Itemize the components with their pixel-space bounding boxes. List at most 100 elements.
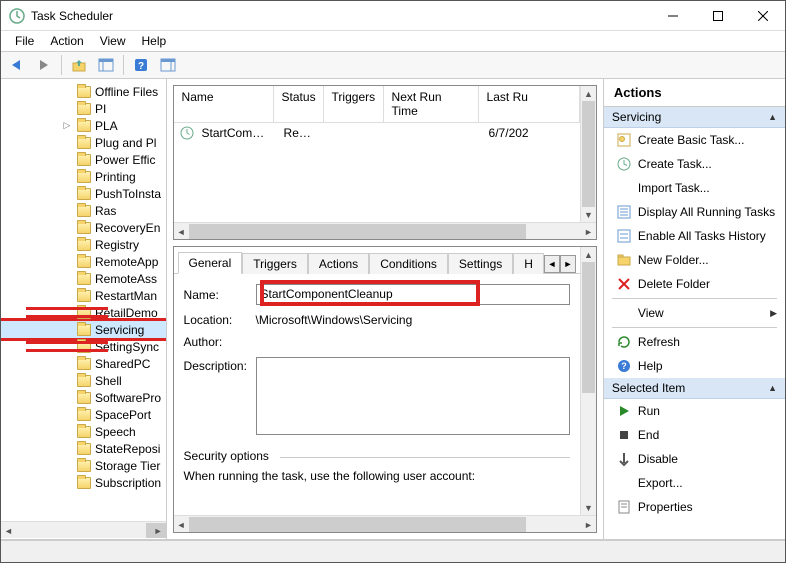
expand-icon[interactable] (61, 154, 73, 166)
column-name[interactable]: Name (174, 86, 274, 122)
tab-conditions[interactable]: Conditions (369, 253, 448, 274)
back-button[interactable] (5, 54, 29, 76)
task-row[interactable]: StartCompo... Ready 6/7/202 (174, 123, 580, 143)
expand-icon[interactable] (61, 256, 73, 268)
action-enable-history[interactable]: Enable All Tasks History (604, 224, 785, 248)
expand-icon[interactable] (61, 273, 73, 285)
expand-icon[interactable] (61, 137, 73, 149)
expand-icon[interactable] (61, 222, 73, 234)
actions-group-selected-item[interactable]: Selected Item ▲ (604, 378, 785, 399)
close-button[interactable] (740, 1, 785, 30)
tab-triggers[interactable]: Triggers (242, 253, 308, 274)
scroll-left-icon[interactable]: ◄ (174, 517, 189, 532)
tabs-scroll-right[interactable]: ► (560, 255, 576, 273)
expand-icon[interactable] (61, 103, 73, 115)
tree-item[interactable]: Power Effic (1, 151, 166, 168)
action-display-running[interactable]: Display All Running Tasks (604, 200, 785, 224)
tree-item[interactable]: Subscription (1, 474, 166, 491)
tree-item[interactable]: Plug and Pl (1, 134, 166, 151)
expand-icon[interactable] (61, 239, 73, 251)
tree-item[interactable]: RemoteAss (1, 270, 166, 287)
expand-icon[interactable] (61, 477, 73, 489)
details-horizontal-scrollbar[interactable]: ◄ ► (174, 515, 596, 532)
action-new-folder[interactable]: New Folder... (604, 248, 785, 272)
expand-icon[interactable]: ▷ (61, 120, 73, 132)
expand-icon[interactable] (61, 171, 73, 183)
tree-item[interactable]: SettingSync (1, 338, 166, 355)
collapse-icon[interactable]: ▲ (768, 112, 777, 122)
scroll-left-icon[interactable]: ◄ (174, 224, 189, 239)
expand-icon[interactable] (61, 307, 73, 319)
tab-actions[interactable]: Actions (308, 253, 369, 274)
action-view[interactable]: View ▶ (604, 301, 785, 325)
action-end[interactable]: End (604, 423, 785, 447)
collapse-icon[interactable]: ▲ (768, 383, 777, 393)
maximize-button[interactable] (695, 1, 740, 30)
tree-item[interactable]: Offline Files (1, 83, 166, 100)
minimize-button[interactable] (650, 1, 695, 30)
expand-icon[interactable] (61, 188, 73, 200)
help-button[interactable]: ? (129, 54, 153, 76)
tree-item[interactable]: Servicing (1, 321, 166, 338)
action-run[interactable]: Run (604, 399, 785, 423)
column-last-run[interactable]: Last Ru (479, 86, 580, 122)
task-name-field[interactable]: StartComponentCleanup (256, 284, 570, 305)
scroll-down-icon[interactable]: ▼ (581, 207, 596, 222)
expand-icon[interactable] (61, 324, 73, 336)
expand-icon[interactable] (61, 205, 73, 217)
tree-item[interactable]: Ras (1, 202, 166, 219)
tab-settings[interactable]: Settings (448, 253, 513, 274)
tree-item[interactable]: RestartMan (1, 287, 166, 304)
scroll-up-icon[interactable]: ▲ (581, 247, 596, 262)
action-export[interactable]: Export... (604, 471, 785, 495)
action-create-task[interactable]: Create Task... (604, 152, 785, 176)
expand-icon[interactable] (61, 341, 73, 353)
action-help[interactable]: ? Help (604, 354, 785, 378)
tab-history[interactable]: H (513, 253, 544, 274)
action-delete-folder[interactable]: Delete Folder (604, 272, 785, 296)
show-hide-action-pane-button[interactable] (156, 54, 180, 76)
expand-icon[interactable] (61, 358, 73, 370)
expand-icon[interactable] (61, 443, 73, 455)
tree-item[interactable]: Registry (1, 236, 166, 253)
scroll-right-icon[interactable]: ► (581, 517, 596, 532)
expand-icon[interactable] (61, 426, 73, 438)
tree-item[interactable]: Printing (1, 168, 166, 185)
expand-icon[interactable] (61, 375, 73, 387)
menu-view[interactable]: View (92, 32, 134, 50)
expand-icon[interactable] (61, 86, 73, 98)
column-next-run[interactable]: Next Run Time (384, 86, 479, 122)
tree-item[interactable]: PI (1, 100, 166, 117)
tree-item[interactable]: Storage Tier (1, 457, 166, 474)
list-vertical-scrollbar[interactable]: ▲ ▼ (580, 86, 596, 222)
menu-file[interactable]: File (7, 32, 42, 50)
scroll-left-icon[interactable]: ◄ (1, 523, 16, 538)
scroll-down-icon[interactable]: ▼ (581, 500, 596, 515)
expand-icon[interactable] (61, 290, 73, 302)
details-vertical-scrollbar[interactable]: ▲ ▼ (580, 247, 596, 515)
tree-item[interactable]: Shell (1, 372, 166, 389)
menu-action[interactable]: Action (42, 32, 91, 50)
up-folder-button[interactable] (67, 54, 91, 76)
tree-item[interactable]: Speech (1, 423, 166, 440)
tree-item[interactable]: RetailDemo (1, 304, 166, 321)
tree-pane[interactable]: Offline FilesPI▷PLAPlug and PlPower Effi… (1, 79, 167, 539)
forward-button[interactable] (32, 54, 56, 76)
expand-icon[interactable] (61, 460, 73, 472)
column-status[interactable]: Status (274, 86, 324, 122)
menu-help[interactable]: Help (134, 32, 175, 50)
column-triggers[interactable]: Triggers (324, 86, 384, 122)
tabs-scroll-left[interactable]: ◄ (544, 255, 560, 273)
tree-horizontal-scrollbar[interactable]: ◄ ► (1, 521, 166, 538)
tree-item[interactable]: ▷PLA (1, 117, 166, 134)
scroll-up-icon[interactable]: ▲ (581, 86, 596, 101)
tree-item[interactable]: SharedPC (1, 355, 166, 372)
action-refresh[interactable]: Refresh (604, 330, 785, 354)
tree-item[interactable]: PushToInsta (1, 185, 166, 202)
action-disable[interactable]: Disable (604, 447, 785, 471)
tree-item[interactable]: SpacePort (1, 406, 166, 423)
action-properties[interactable]: Properties (604, 495, 785, 519)
scroll-right-icon[interactable]: ► (581, 224, 596, 239)
action-create-basic-task[interactable]: Create Basic Task... (604, 128, 785, 152)
show-hide-tree-button[interactable] (94, 54, 118, 76)
